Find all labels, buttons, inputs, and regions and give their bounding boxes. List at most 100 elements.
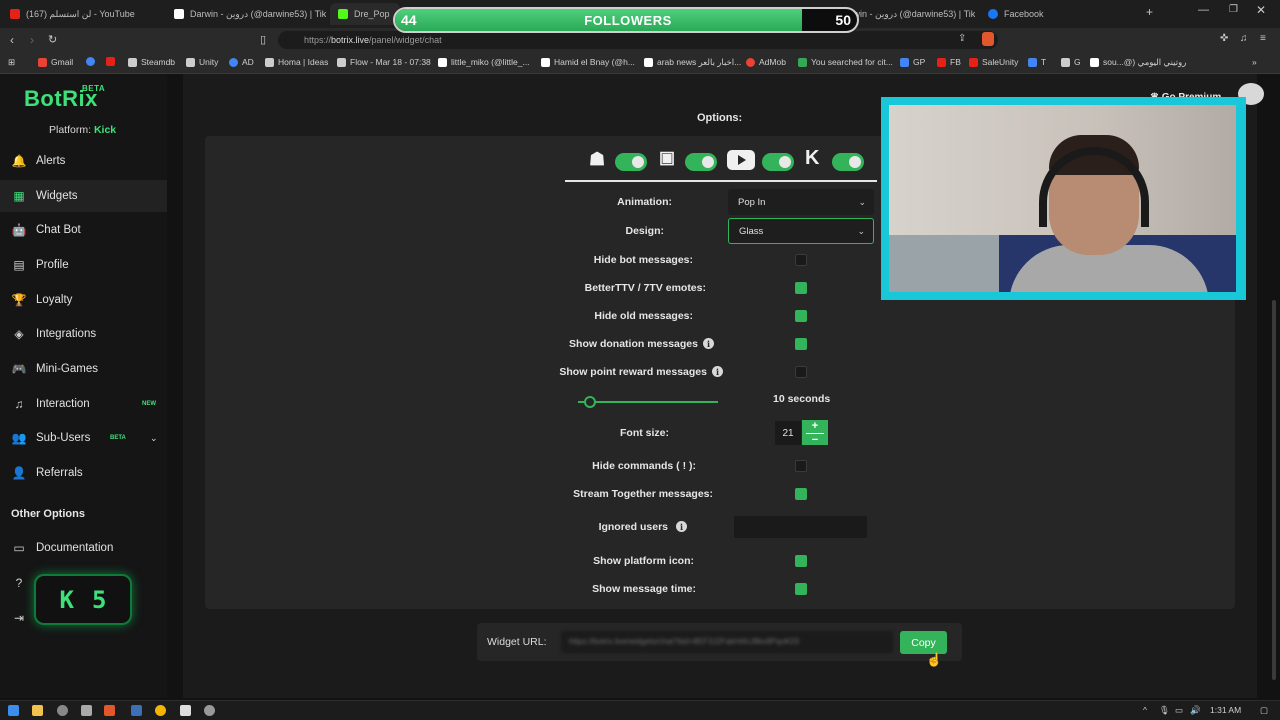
- animation-select[interactable]: Pop In ⌄: [728, 189, 874, 215]
- logout-icon[interactable]: ⇥: [0, 602, 30, 634]
- bookmark-item[interactable]: Hamid el Bnay (@h...: [541, 57, 635, 67]
- info-icon[interactable]: i: [676, 521, 687, 532]
- info-icon[interactable]: i: [712, 366, 723, 377]
- back-icon[interactable]: ‹: [10, 33, 14, 47]
- bttv-emotes-checkbox[interactable]: [795, 282, 807, 294]
- google-icon[interactable]: [86, 57, 95, 66]
- file-explorer-icon[interactable]: [32, 705, 43, 716]
- scrollbar[interactable]: [1272, 300, 1276, 680]
- forward-icon[interactable]: ›: [30, 33, 34, 47]
- duration-slider-thumb[interactable]: [584, 396, 596, 408]
- bookmark-item[interactable]: G: [1061, 57, 1081, 67]
- maximize-icon[interactable]: ❐: [1229, 4, 1238, 15]
- steam-icon[interactable]: [131, 705, 142, 716]
- botrix-logo[interactable]: BotRix BETA: [24, 84, 105, 112]
- plus-button[interactable]: +: [802, 421, 828, 432]
- widget-url-field[interactable]: https://botrix.live/widgets/chat?bid=8EF…: [561, 631, 893, 653]
- bookmark-item[interactable]: You searched for cit...: [798, 57, 893, 67]
- browser-tab-tiktok[interactable]: Darwin - دروين (@darwine53) | TikTok: [166, 3, 326, 25]
- bookmark-item[interactable]: Flow - Mar 18 - 07:38: [337, 57, 431, 67]
- sidebar-item-sub-users[interactable]: 👥 Sub-Users BETA ⌄: [0, 422, 167, 454]
- app-icon[interactable]: [204, 705, 215, 716]
- sidebar-item-profile[interactable]: ▤ Profile: [0, 249, 167, 281]
- help-icon[interactable]: ?: [0, 567, 30, 599]
- twitch-toggle[interactable]: [685, 153, 717, 171]
- new-tab-button[interactable]: +: [1146, 5, 1153, 19]
- settings-icon[interactable]: [57, 705, 68, 716]
- stream-together-checkbox[interactable]: [795, 488, 807, 500]
- facebook-icon: [988, 9, 998, 19]
- sidebar-item-widgets[interactable]: ▦ Widgets: [0, 180, 167, 212]
- minimize-icon[interactable]: —: [1198, 4, 1209, 16]
- youtube-bookmark-icon[interactable]: [106, 57, 115, 66]
- show-platform-icon-checkbox[interactable]: [795, 555, 807, 567]
- browser-tab-youtube[interactable]: (167) لن استسلم - YouTube: [2, 3, 164, 25]
- chrome-icon[interactable]: [155, 705, 166, 716]
- more-bookmarks-icon[interactable]: »: [1252, 57, 1257, 67]
- duration-slider-track[interactable]: [578, 401, 718, 403]
- followers-goal: 50: [835, 12, 851, 28]
- minus-button[interactable]: −: [802, 435, 828, 446]
- bookmark-item[interactable]: GP: [900, 57, 925, 67]
- browser-tab-facebook[interactable]: Facebook: [980, 3, 1136, 25]
- sidebar-item-alerts[interactable]: 🔔 Alerts: [0, 145, 167, 177]
- sidebar-item-integrations[interactable]: ◈ Integrations: [0, 318, 167, 350]
- url-input[interactable]: https://botrix.live/panel/widget/chat: [278, 31, 998, 49]
- font-size-stepper[interactable]: + −: [802, 420, 828, 446]
- show-point-reward-checkbox[interactable]: [795, 366, 807, 378]
- botrix-toggle[interactable]: [615, 153, 647, 171]
- apps-grid-icon[interactable]: ⊞: [8, 57, 15, 68]
- windows-start-icon[interactable]: [8, 705, 19, 716]
- sidebar-item-loyalty[interactable]: 🏆 Loyalty: [0, 284, 167, 316]
- close-window-icon[interactable]: ✕: [1256, 3, 1266, 17]
- bookmark-item[interactable]: Unity: [186, 57, 218, 67]
- media-icon[interactable]: ♫: [1240, 33, 1248, 44]
- ignored-users-input[interactable]: [734, 516, 867, 538]
- bookmark-item[interactable]: Gmail: [38, 57, 73, 67]
- browser-tab-kick[interactable]: Dre_Pop: [330, 3, 400, 25]
- bookmark-item[interactable]: SaleUnity: [969, 57, 1018, 67]
- reload-icon[interactable]: ↻: [48, 33, 57, 46]
- info-icon[interactable]: i: [703, 338, 714, 349]
- clock[interactable]: 1:31 AM: [1210, 705, 1241, 715]
- hide-old-messages-checkbox[interactable]: [795, 310, 807, 322]
- design-select[interactable]: Glass ⌄: [728, 218, 874, 244]
- menu-icon[interactable]: ≡: [1260, 33, 1266, 44]
- app-icon[interactable]: [81, 705, 92, 716]
- network-icon[interactable]: ▭: [1175, 705, 1183, 716]
- bookmark-item[interactable]: little_miko (@little_...: [438, 57, 530, 67]
- volume-icon[interactable]: 🔊: [1190, 705, 1201, 716]
- font-size-input[interactable]: 21: [775, 421, 801, 445]
- show-donation-checkbox[interactable]: [795, 338, 807, 350]
- brave-shield-icon[interactable]: [982, 32, 994, 46]
- bookmark-item[interactable]: T: [1028, 57, 1046, 67]
- bookmark-item[interactable]: Homa | Ideas: [265, 57, 328, 67]
- chevron-up-icon[interactable]: ^: [1143, 705, 1147, 715]
- sidebar-item-documentation[interactable]: ▭ Documentation: [0, 532, 167, 564]
- widget-url-label: Widget URL:: [487, 636, 547, 648]
- kick-toggle[interactable]: [832, 153, 864, 171]
- bookmark-icon[interactable]: ▯: [260, 33, 266, 46]
- obs-icon[interactable]: [180, 705, 191, 716]
- hide-commands-label: Hide commands ( ! ):: [592, 460, 696, 472]
- copy-button[interactable]: Copy: [900, 631, 947, 654]
- bookmark-item[interactable]: sou...@) روتيني اليومي: [1090, 57, 1186, 68]
- microphone-icon[interactable]: 🎙: [1159, 705, 1170, 716]
- youtube-toggle[interactable]: [762, 153, 794, 171]
- bookmark-item[interactable]: AdMob: [746, 57, 786, 67]
- extensions-icon[interactable]: ✜: [1220, 33, 1228, 44]
- bookmark-item[interactable]: FB: [937, 57, 961, 67]
- share-icon[interactable]: ⇪: [958, 33, 966, 44]
- sidebar-item-mini-games[interactable]: 🎮 Mini-Games: [0, 353, 167, 385]
- bookmark-item[interactable]: arab news اخبار بالعر...: [644, 57, 741, 68]
- hide-commands-checkbox[interactable]: [795, 460, 807, 472]
- hide-bot-messages-checkbox[interactable]: [795, 254, 807, 266]
- brave-icon[interactable]: [104, 705, 115, 716]
- show-message-time-checkbox[interactable]: [795, 583, 807, 595]
- notifications-icon[interactable]: ▢: [1260, 705, 1268, 716]
- bookmark-item[interactable]: Steamdb: [128, 57, 175, 67]
- sidebar-item-chat-bot[interactable]: 🤖 Chat Bot: [0, 214, 167, 246]
- bookmark-item[interactable]: AD: [229, 57, 254, 67]
- sidebar-item-referrals[interactable]: 👤 Referrals: [0, 457, 167, 489]
- sidebar-item-interaction[interactable]: ♫ Interaction NEW: [0, 388, 167, 420]
